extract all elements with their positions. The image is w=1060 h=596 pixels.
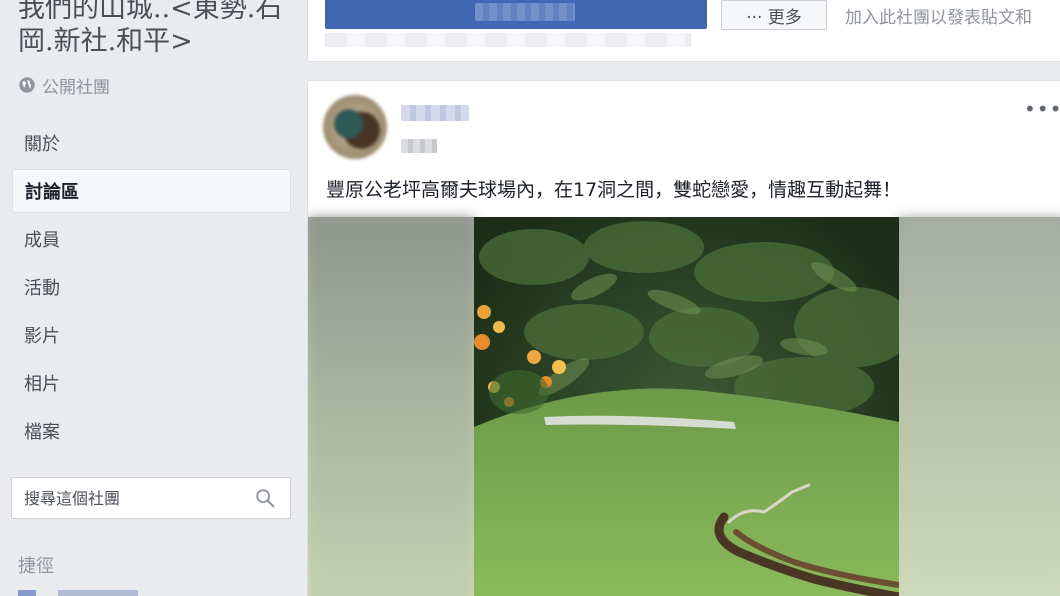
more-button[interactable]: ··· 更多	[721, 0, 827, 30]
post-photo[interactable]	[474, 217, 899, 596]
media-blur-right	[898, 217, 1060, 596]
avatar[interactable]	[323, 95, 387, 159]
post-text: 豐原公老坪高爾夫球場內，在17洞之間，雙蛇戀愛，情趣互動起舞！	[326, 179, 902, 201]
group-header-card: ··· 更多 加入此社團以發表貼文和	[307, 0, 1060, 62]
group-sidebar: 我們的山城..<東勢.石岡.新社.和平> 公開社團 關於 討論區 成員 活動 影…	[0, 0, 300, 596]
nav-item-photos[interactable]: 相片	[12, 361, 291, 405]
nav-item-files[interactable]: 檔案	[12, 409, 291, 453]
nav-item-members[interactable]: 成員	[12, 217, 291, 261]
search-input[interactable]	[12, 478, 254, 518]
nav-item-about[interactable]: 關於	[12, 121, 291, 165]
group-privacy: 公開社團	[18, 72, 110, 98]
timestamp-blurred[interactable]	[401, 139, 437, 153]
join-hint-text: 加入此社團以發表貼文和	[845, 8, 1032, 28]
nav-item-events[interactable]: 活動	[12, 265, 291, 309]
blurred-button-label	[475, 3, 575, 21]
nav-item-discussion[interactable]: 討論區	[12, 169, 291, 213]
group-search	[11, 477, 291, 519]
privacy-label: 公開社團	[42, 77, 110, 98]
shortcuts-heading: 捷徑	[18, 556, 54, 577]
group-title[interactable]: 我們的山城..<東勢.石岡.新社.和平>	[18, 0, 298, 58]
globe-icon	[19, 77, 35, 93]
post-card: ••• 豐原公老坪高爾夫球場內，在17洞之間，雙蛇戀愛，情趣互動起舞！	[307, 80, 1060, 596]
post-options-button[interactable]: •••	[1024, 97, 1060, 121]
page: 我們的山城..<東勢.石岡.新社.和平> 公開社團 關於 討論區 成員 活動 影…	[0, 0, 1060, 596]
post-media[interactable]	[308, 217, 1060, 596]
join-group-button[interactable]	[325, 0, 707, 29]
author-name-blurred[interactable]	[401, 105, 469, 121]
search-icon[interactable]	[254, 487, 276, 509]
group-nav: 關於 討論區 成員 活動 影片 相片 檔案	[12, 121, 291, 457]
media-blur-left	[308, 217, 474, 596]
blurred-content	[325, 33, 691, 47]
nav-item-videos[interactable]: 影片	[12, 313, 291, 357]
shortcut-item[interactable]	[18, 590, 198, 596]
more-button-label: ··· 更多	[746, 7, 802, 28]
